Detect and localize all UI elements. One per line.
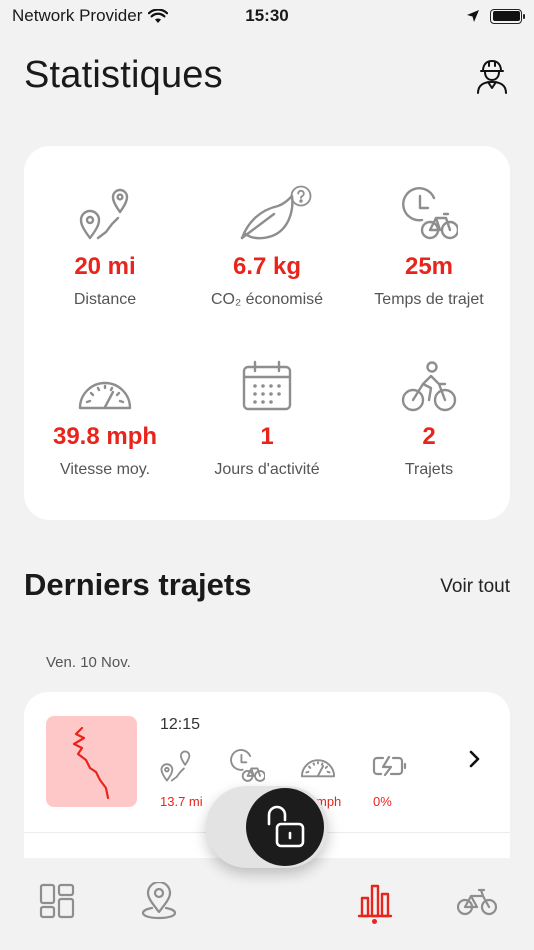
trip-map-thumbnail xyxy=(46,716,137,807)
battery-level xyxy=(492,11,520,21)
stat-value: 1 xyxy=(260,423,274,450)
trip-battery: 0% xyxy=(373,794,392,809)
stat-active-days: 1 Jours d'activité xyxy=(186,352,348,479)
battery-icon xyxy=(490,8,525,24)
stat-value: 6.7 kg xyxy=(232,253,302,280)
status-bar: Network Provider 15:30 xyxy=(0,0,534,32)
stat-trip-time: 25m Temps de trajet xyxy=(348,182,510,309)
stat-label: Distance xyxy=(73,291,137,308)
route-line-icon xyxy=(72,726,110,800)
wifi-icon xyxy=(148,8,169,23)
stat-value: 20 mi xyxy=(74,253,136,280)
stat-label: CO₂ économisé xyxy=(210,291,324,308)
chevron-right-icon[interactable] xyxy=(468,750,480,768)
statistics-card: 20 mi Distance 6.7 kg CO₂ économisé 25m … xyxy=(24,146,510,520)
tab-dashboard[interactable] xyxy=(32,876,82,926)
active-tab-indicator xyxy=(372,919,377,924)
bike-icon xyxy=(457,888,497,916)
help-icon[interactable] xyxy=(290,185,312,207)
trip-date-header: Ven. 10 Nov. xyxy=(46,654,131,671)
stat-value: 25m xyxy=(404,253,454,280)
unlock-button[interactable] xyxy=(246,788,324,866)
dashboard-icon xyxy=(39,883,75,919)
tab-bike[interactable] xyxy=(452,876,502,926)
stat-co2: 6.7 kg CO₂ économisé xyxy=(186,182,348,309)
calendar-icon xyxy=(242,360,292,411)
stat-value: 39.8 mph xyxy=(52,423,158,450)
leaf-icon xyxy=(240,194,294,240)
speedometer-icon xyxy=(78,381,132,410)
stat-distance: 20 mi Distance xyxy=(24,182,186,309)
tab-map[interactable] xyxy=(134,876,184,926)
section-title: Derniers trajets xyxy=(24,567,252,602)
speedometer-icon xyxy=(300,759,336,778)
tab-bar xyxy=(0,858,534,950)
battery-charge-icon xyxy=(372,755,407,777)
stat-trips: 2 Trajets xyxy=(348,352,510,479)
unlocked-padlock-icon xyxy=(267,805,305,848)
cyclist-icon xyxy=(401,361,457,412)
stat-label: Vitesse moy. xyxy=(59,461,151,478)
map-pin-icon xyxy=(141,882,177,920)
stat-label: Temps de trajet xyxy=(374,291,484,308)
trip-time: 12:15 xyxy=(160,716,201,733)
trip-metric-battery: 0% xyxy=(369,748,440,809)
stat-avg-speed: 39.8 mph Vitesse moy. xyxy=(24,352,186,479)
stat-label: Jours d'activité xyxy=(214,461,320,478)
page-title: Statistiques xyxy=(24,54,223,96)
clock-bike-icon xyxy=(230,749,265,782)
profile-button[interactable] xyxy=(472,56,512,96)
carrier-name: Network Provider xyxy=(12,6,143,25)
lock-toggle[interactable] xyxy=(206,786,328,868)
distance-route-icon xyxy=(160,750,191,782)
location-arrow-icon xyxy=(467,10,479,22)
user-helmet-icon xyxy=(477,60,507,94)
stat-label: Trajets xyxy=(404,461,454,478)
trip-distance: 13.7 mi xyxy=(160,794,203,809)
see-all-link[interactable]: Voir tout xyxy=(440,576,510,598)
stat-value: 2 xyxy=(422,423,436,450)
distance-route-icon xyxy=(79,188,129,240)
statistics-icon xyxy=(357,884,393,918)
clock-bike-icon xyxy=(402,187,458,240)
